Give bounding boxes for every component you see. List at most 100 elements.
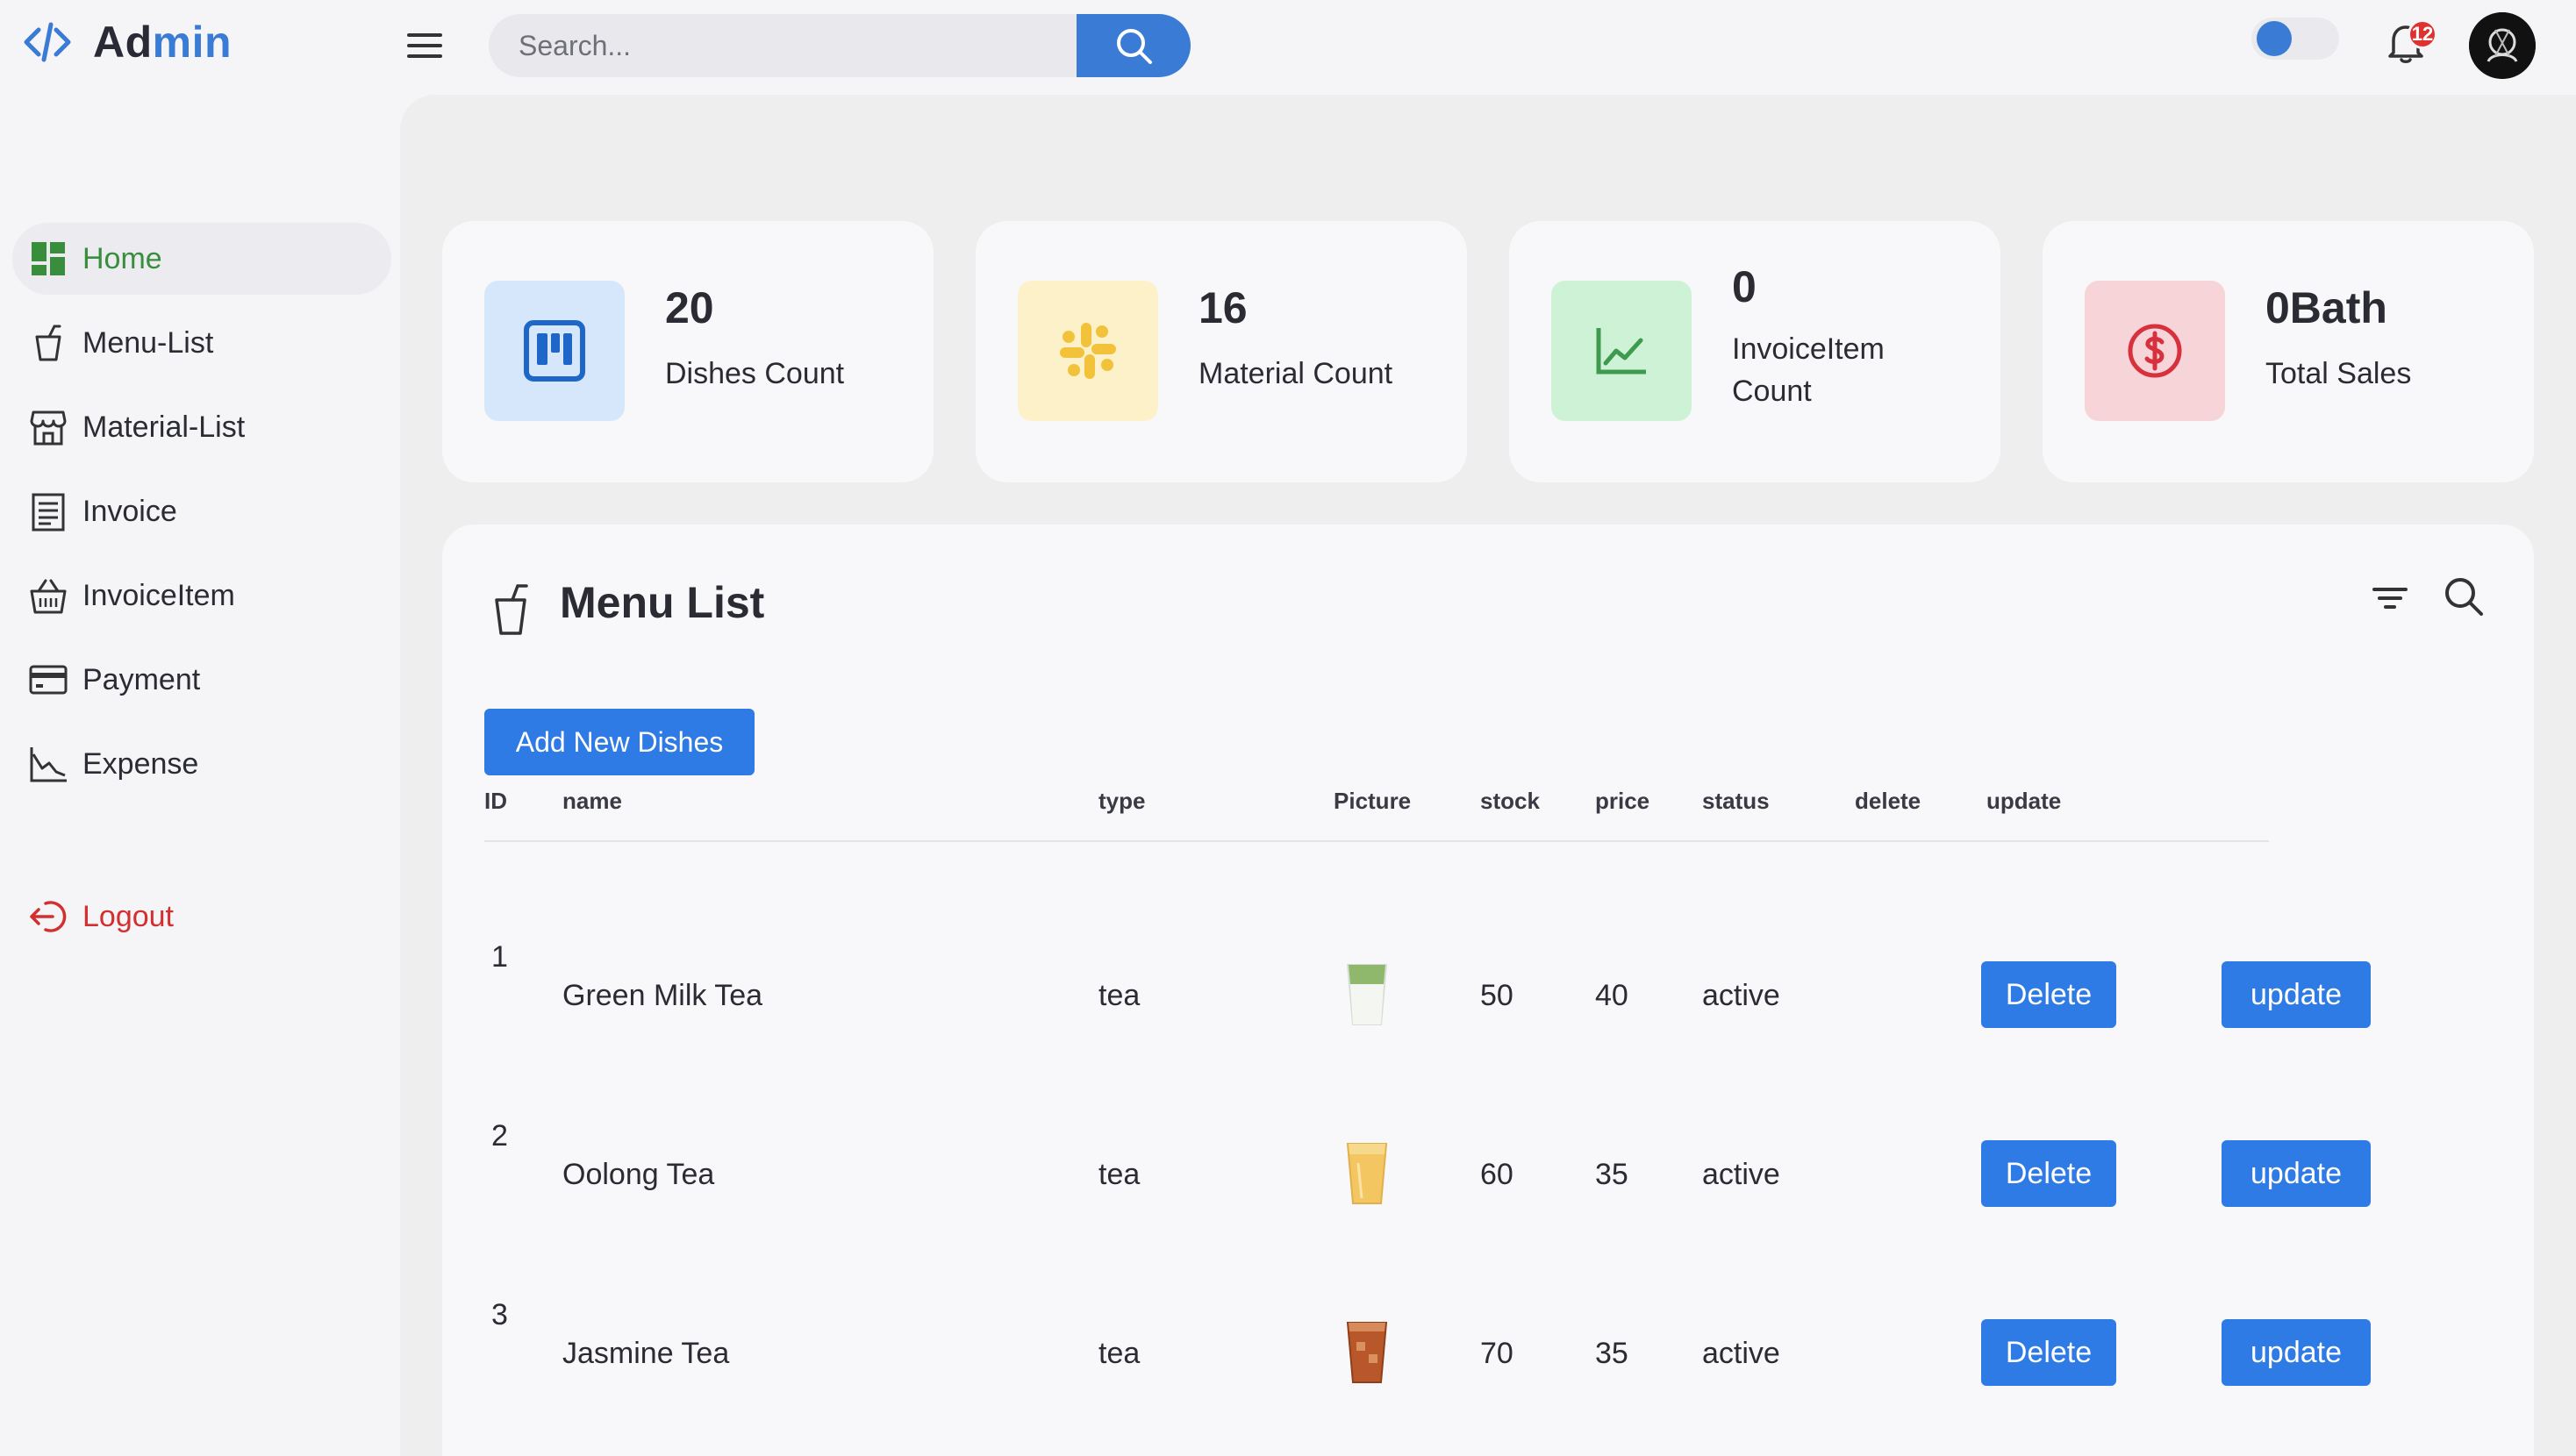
row-status: active xyxy=(1702,979,1780,1012)
code-icon xyxy=(21,16,74,68)
row-id: 3 xyxy=(491,1298,508,1331)
notifications-button[interactable]: 12 xyxy=(2381,12,2437,68)
update-button[interactable]: update xyxy=(2222,1319,2371,1386)
sidebar-item-invoice[interactable]: Invoice xyxy=(12,475,391,547)
update-button[interactable]: update xyxy=(2222,961,2371,1028)
sidebar-item-label: Payment xyxy=(82,662,201,696)
row-stock: 50 xyxy=(1480,979,1513,1012)
stat-label: Total Sales xyxy=(2265,357,2412,390)
dollar-icon xyxy=(2085,281,2225,421)
panel-header: Menu List xyxy=(490,568,764,637)
menu-list-panel: Menu List Add New Dishes ID name type Pi… xyxy=(442,525,2534,1456)
logout-label: Logout xyxy=(82,899,174,933)
cup-icon xyxy=(35,325,61,361)
stat-card-dishes: 20 Dishes Count xyxy=(442,221,934,482)
row-stock: 60 xyxy=(1480,1158,1513,1191)
update-button[interactable]: update xyxy=(2222,1140,2371,1207)
panel-title: Menu List xyxy=(560,578,765,627)
row-price: 35 xyxy=(1595,1158,1628,1191)
stat-card-invoiceitem: 0 InvoiceItem Count xyxy=(1509,221,2000,482)
row-type: tea xyxy=(1098,1337,1141,1370)
row-id: 2 xyxy=(491,1119,508,1153)
logout-icon xyxy=(30,901,67,932)
user-avatar[interactable] xyxy=(2469,12,2536,79)
row-name: Oolong Tea xyxy=(562,1158,715,1191)
stat-value: 16 xyxy=(1199,283,1248,332)
column-header-stock: stock xyxy=(1480,788,1540,814)
stat-label: Dishes Count xyxy=(665,357,845,390)
add-new-dishes-button[interactable]: Add New Dishes xyxy=(484,709,755,775)
oolong-tea-image xyxy=(1346,1143,1388,1204)
hamburger-icon xyxy=(407,33,442,58)
row-id: 1 xyxy=(491,940,508,974)
dashboard-grid-icon xyxy=(32,242,65,275)
column-header-update: update xyxy=(1986,788,2062,814)
board-icon xyxy=(484,281,625,421)
row-price: 35 xyxy=(1595,1337,1628,1370)
sidebar-item-label: InvoiceItem xyxy=(82,578,235,612)
toggle-knob xyxy=(2257,21,2292,56)
top-bar: Admin 12 xyxy=(0,0,2576,95)
cup-icon xyxy=(490,568,532,637)
sidebar-item-label: Expense xyxy=(82,746,199,781)
stat-card-material: 16 Material Count xyxy=(976,221,1467,482)
search-bar xyxy=(489,14,1191,77)
row-stock: 70 xyxy=(1480,1337,1513,1370)
row-name: Jasmine Tea xyxy=(562,1337,730,1370)
jasmine-tea-image xyxy=(1346,1322,1388,1383)
sidebar-item-invoiceitem[interactable]: InvoiceItem xyxy=(12,560,391,632)
search-input[interactable] xyxy=(489,14,1077,77)
column-header-id: ID xyxy=(484,788,507,814)
sidebar: Home Menu-List Material-List Invoice Inv… xyxy=(0,95,400,1456)
notification-count-badge: 12 xyxy=(2408,19,2437,49)
stat-card-sales: 0Bath Total Sales xyxy=(2043,221,2534,482)
column-header-delete: delete xyxy=(1855,788,1921,814)
sidebar-item-label: Invoice xyxy=(82,494,177,528)
column-header-price: price xyxy=(1595,788,1650,814)
stat-value: 0Bath xyxy=(2265,283,2387,332)
filter-icon[interactable] xyxy=(2369,577,2411,619)
chart-icon xyxy=(1551,281,1692,421)
theme-toggle[interactable] xyxy=(2251,18,2339,60)
sidebar-item-label: Material-List xyxy=(82,410,246,444)
search-button[interactable] xyxy=(1077,14,1191,77)
sidebar-item-home[interactable]: Home xyxy=(12,223,391,295)
logout-button[interactable]: Logout xyxy=(12,881,391,953)
delete-button[interactable]: Delete xyxy=(1981,1140,2116,1207)
sidebar-item-material-list[interactable]: Material-List xyxy=(12,391,391,463)
search-icon[interactable] xyxy=(2441,574,2487,619)
sidebar-item-menu-list[interactable]: Menu-List xyxy=(12,307,391,379)
delete-button[interactable]: Delete xyxy=(1981,961,2116,1028)
column-header-status: status xyxy=(1702,788,1770,814)
row-status: active xyxy=(1702,1337,1780,1370)
stat-label: InvoiceItem Count xyxy=(1732,332,1885,408)
search-icon xyxy=(1117,29,1152,64)
store-icon xyxy=(30,410,67,446)
basket-icon xyxy=(30,579,67,614)
row-status: active xyxy=(1702,1158,1780,1191)
delete-button[interactable]: Delete xyxy=(1981,1319,2116,1386)
brand[interactable]: Admin xyxy=(21,16,232,68)
column-header-name: name xyxy=(562,788,622,814)
row-type: tea xyxy=(1098,1158,1141,1191)
sidebar-item-expense[interactable]: Expense xyxy=(12,728,391,800)
brand-name: Admin xyxy=(93,18,233,67)
sidebar-item-payment[interactable]: Payment xyxy=(12,644,391,716)
row-price: 40 xyxy=(1595,979,1628,1012)
green-milk-tea-image xyxy=(1346,964,1388,1025)
sidebar-item-label: Menu-List xyxy=(82,325,214,360)
main-content: 20 Dishes Count 16 Material Count 0 Invo… xyxy=(400,95,2576,1456)
stat-value: 0 xyxy=(1732,262,1757,311)
credit-card-icon xyxy=(29,665,68,695)
stat-value: 20 xyxy=(665,283,714,332)
menu-toggle-button[interactable] xyxy=(404,26,446,65)
header-divider xyxy=(484,840,2269,842)
row-type: tea xyxy=(1098,979,1141,1012)
sidebar-nav: Home Menu-List Material-List Invoice Inv… xyxy=(12,223,391,965)
column-header-picture: Picture xyxy=(1334,788,1412,814)
slack-icon xyxy=(1018,281,1158,421)
sidebar-item-label: Home xyxy=(82,241,162,275)
stat-label: Material Count xyxy=(1199,357,1393,390)
column-header-type: type xyxy=(1098,788,1146,814)
line-chart-icon xyxy=(30,747,67,782)
